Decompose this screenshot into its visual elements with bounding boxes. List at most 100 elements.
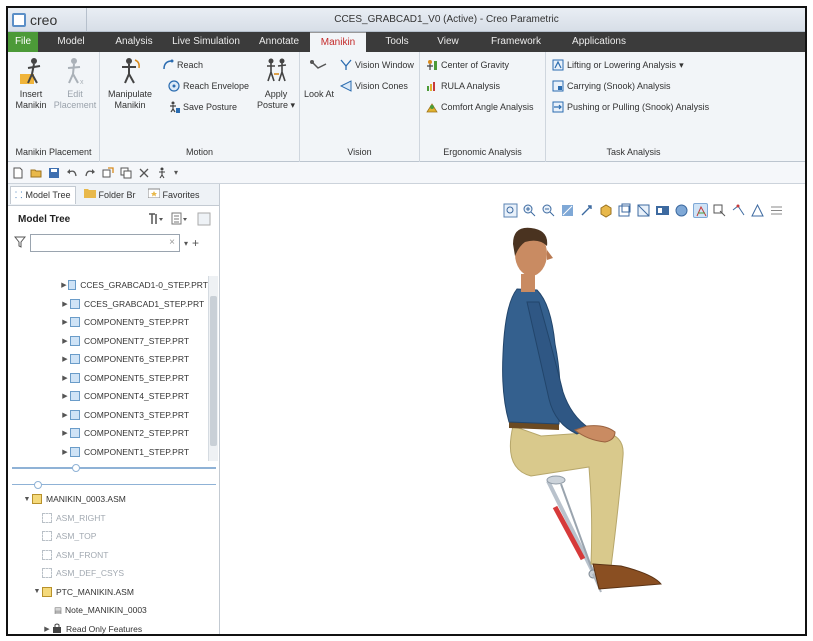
chevron-down-icon[interactable]: ▾ <box>184 239 188 248</box>
tab-framework[interactable]: Framework <box>468 32 564 52</box>
vision-window-label: Vision Window <box>355 60 414 70</box>
redo-icon[interactable] <box>84 167 96 179</box>
rula-analysis-button[interactable]: RULA Analysis <box>426 79 500 93</box>
open-folder-icon[interactable] <box>30 167 42 179</box>
tree-item[interactable]: ▶ COMPONENT7_STEP.PRT <box>8 332 208 351</box>
tree-item-root[interactable]: ▼ MANIKIN_0003.ASM <box>8 490 208 509</box>
chevron-down-icon: ▾ <box>288 100 296 110</box>
tree-item[interactable]: ▶ COMPONENT1_STEP.PRT <box>8 443 208 462</box>
chevron-down-icon[interactable]: ▾ <box>679 58 684 72</box>
group-label-task: Task Analysis <box>606 147 661 157</box>
expand-arrow-icon[interactable]: ▶ <box>60 318 70 326</box>
expand-arrow-icon[interactable]: ▶ <box>60 300 70 308</box>
tree-item-plane[interactable]: ASM_FRONT <box>8 546 208 565</box>
expand-arrow-icon[interactable]: ▶ <box>60 337 70 345</box>
expand-arrow-icon[interactable]: ▶ <box>60 281 68 289</box>
creo-logo-icon <box>12 13 26 27</box>
edit-placement-button[interactable]: x Edit Placement <box>52 56 98 111</box>
expand-arrow-icon[interactable]: ▶ <box>60 429 70 437</box>
group-motion: Manipulate Manikin Reach Reach Envelope … <box>100 52 300 162</box>
undo-icon[interactable] <box>66 167 78 179</box>
center-of-gravity-button[interactable]: Center of Gravity <box>426 58 509 72</box>
carrying-snook-button[interactable]: Carrying (Snook) Analysis <box>552 79 671 93</box>
reach-button[interactable]: Reach <box>162 58 203 72</box>
save-icon[interactable] <box>48 167 60 179</box>
tree-item[interactable]: ▶ CCES_GRABCAD1-0_STEP.PRT <box>8 276 208 295</box>
tab-manikin[interactable]: Manikin <box>310 32 366 52</box>
pushing-pulling-label: Pushing or Pulling (Snook) Analysis <box>567 102 710 112</box>
close-window-icon[interactable] <box>138 167 150 179</box>
filter-icon[interactable] <box>13 236 27 250</box>
tree-item[interactable]: ▶ COMPONENT5_STEP.PRT <box>8 369 208 388</box>
tree-item-plane[interactable]: ASM_RIGHT <box>8 509 208 528</box>
splitter-handle-lower[interactable] <box>34 481 42 489</box>
expand-arrow-icon[interactable]: ▶ <box>60 374 70 382</box>
tab-applications[interactable]: Applications <box>564 32 634 52</box>
tree-item-plane[interactable]: ASM_TOP <box>8 527 208 546</box>
tree-columns-icon[interactable] <box>197 212 211 229</box>
insert-manikin-icon <box>18 56 44 86</box>
tab-live-simulation[interactable]: Live Simulation <box>164 32 248 52</box>
new-file-icon[interactable] <box>12 167 24 179</box>
tab-model-tree[interactable]: ⸬ Model Tree <box>10 185 76 204</box>
tab-tools[interactable]: Tools <box>366 32 428 52</box>
tab-favorites[interactable]: Favorites <box>144 186 204 204</box>
show-menu-icon[interactable] <box>171 212 189 229</box>
scrollbar-thumb[interactable] <box>210 296 217 446</box>
lifting-lowering-button[interactable]: Lifting or Lowering Analysis ▾ <box>552 58 684 72</box>
tree-item-note[interactable]: ▤ Note_MANIKIN_0003 <box>8 601 208 620</box>
graphics-window[interactable] <box>221 184 805 636</box>
insert-manikin-label-1: Insert <box>19 89 43 99</box>
tab-folder-browser[interactable]: Folder Br <box>80 186 140 204</box>
tree-settings-icon[interactable] <box>147 212 163 229</box>
regenerate-icon[interactable] <box>102 166 114 179</box>
customize-toolbar-icon[interactable]: ▾ <box>174 167 186 179</box>
pushing-pulling-button[interactable]: Pushing or Pulling (Snook) Analysis <box>552 100 709 114</box>
collapse-arrow-icon[interactable]: ▼ <box>32 588 42 595</box>
tree-item-csys[interactable]: ASM_DEF_CSYS <box>8 564 208 583</box>
save-posture-button[interactable]: Save Posture <box>168 100 237 114</box>
tree-item-subassembly[interactable]: ▼ PTC_MANIKIN.ASM <box>8 583 208 602</box>
expand-arrow-icon[interactable]: ▶ <box>60 392 70 400</box>
tab-file[interactable]: File <box>8 32 38 52</box>
expand-arrow-icon[interactable]: ▶ <box>60 355 70 363</box>
manikin-model[interactable] <box>221 184 805 636</box>
vision-window-button[interactable]: Vision Window <box>340 58 414 72</box>
assembly-icon <box>42 586 52 597</box>
look-at-button[interactable]: Look At <box>302 56 336 100</box>
tree-item[interactable]: ▶ COMPONENT3_STEP.PRT <box>8 406 208 425</box>
vision-cones-button[interactable]: Vision Cones <box>339 79 408 93</box>
reach-envelope-button[interactable]: Reach Envelope <box>168 79 249 93</box>
manipulate-manikin-button[interactable]: Manipulate Manikin <box>104 56 156 111</box>
app-window: creo CCES_GRABCAD1_V0 (Active) - Creo Pa… <box>6 6 807 636</box>
part-icon <box>70 298 80 309</box>
apply-posture-button[interactable]: Apply Posture ▾ <box>256 56 296 111</box>
comfort-angle-button[interactable]: Comfort Angle Analysis <box>426 100 534 114</box>
tree-scrollbar[interactable] <box>208 276 218 461</box>
clear-search-icon[interactable]: × <box>169 237 175 248</box>
tree-item[interactable]: ▶ COMPONENT6_STEP.PRT <box>8 350 208 369</box>
pane-splitter-lower[interactable] <box>12 484 216 485</box>
splitter-handle[interactable] <box>72 464 80 472</box>
collapse-arrow-icon[interactable]: ▼ <box>22 496 32 503</box>
tree-item[interactable]: ▶ COMPONENT4_STEP.PRT <box>8 387 208 406</box>
add-filter-icon[interactable]: + <box>192 236 199 250</box>
tree-item-readonly[interactable]: ▶ Read Only Features <box>8 620 208 635</box>
insert-manikin-button[interactable]: Insert Manikin <box>10 56 52 111</box>
expand-arrow-icon[interactable]: ▶ <box>42 625 52 633</box>
windows-icon[interactable] <box>120 167 132 179</box>
look-at-icon <box>306 56 332 86</box>
tab-annotate[interactable]: Annotate <box>248 32 310 52</box>
tree-item[interactable]: ▶ COMPONENT9_STEP.PRT <box>8 313 208 332</box>
tree-item[interactable]: ▶ COMPONENT2_STEP.PRT <box>8 424 208 443</box>
manikin-quick-icon[interactable] <box>156 167 168 179</box>
tab-analysis[interactable]: Analysis <box>104 32 164 52</box>
tree-item[interactable]: ▶ CCES_GRABCAD1_STEP.PRT <box>8 295 208 314</box>
tab-view[interactable]: View <box>428 32 468 52</box>
insert-manikin-label-2: Manikin <box>15 100 47 110</box>
expand-arrow-icon[interactable]: ▶ <box>60 411 70 419</box>
tab-model[interactable]: Model <box>38 32 104 52</box>
expand-arrow-icon[interactable]: ▶ <box>60 448 70 456</box>
search-input[interactable]: × <box>30 234 180 252</box>
pane-splitter[interactable] <box>12 467 216 469</box>
